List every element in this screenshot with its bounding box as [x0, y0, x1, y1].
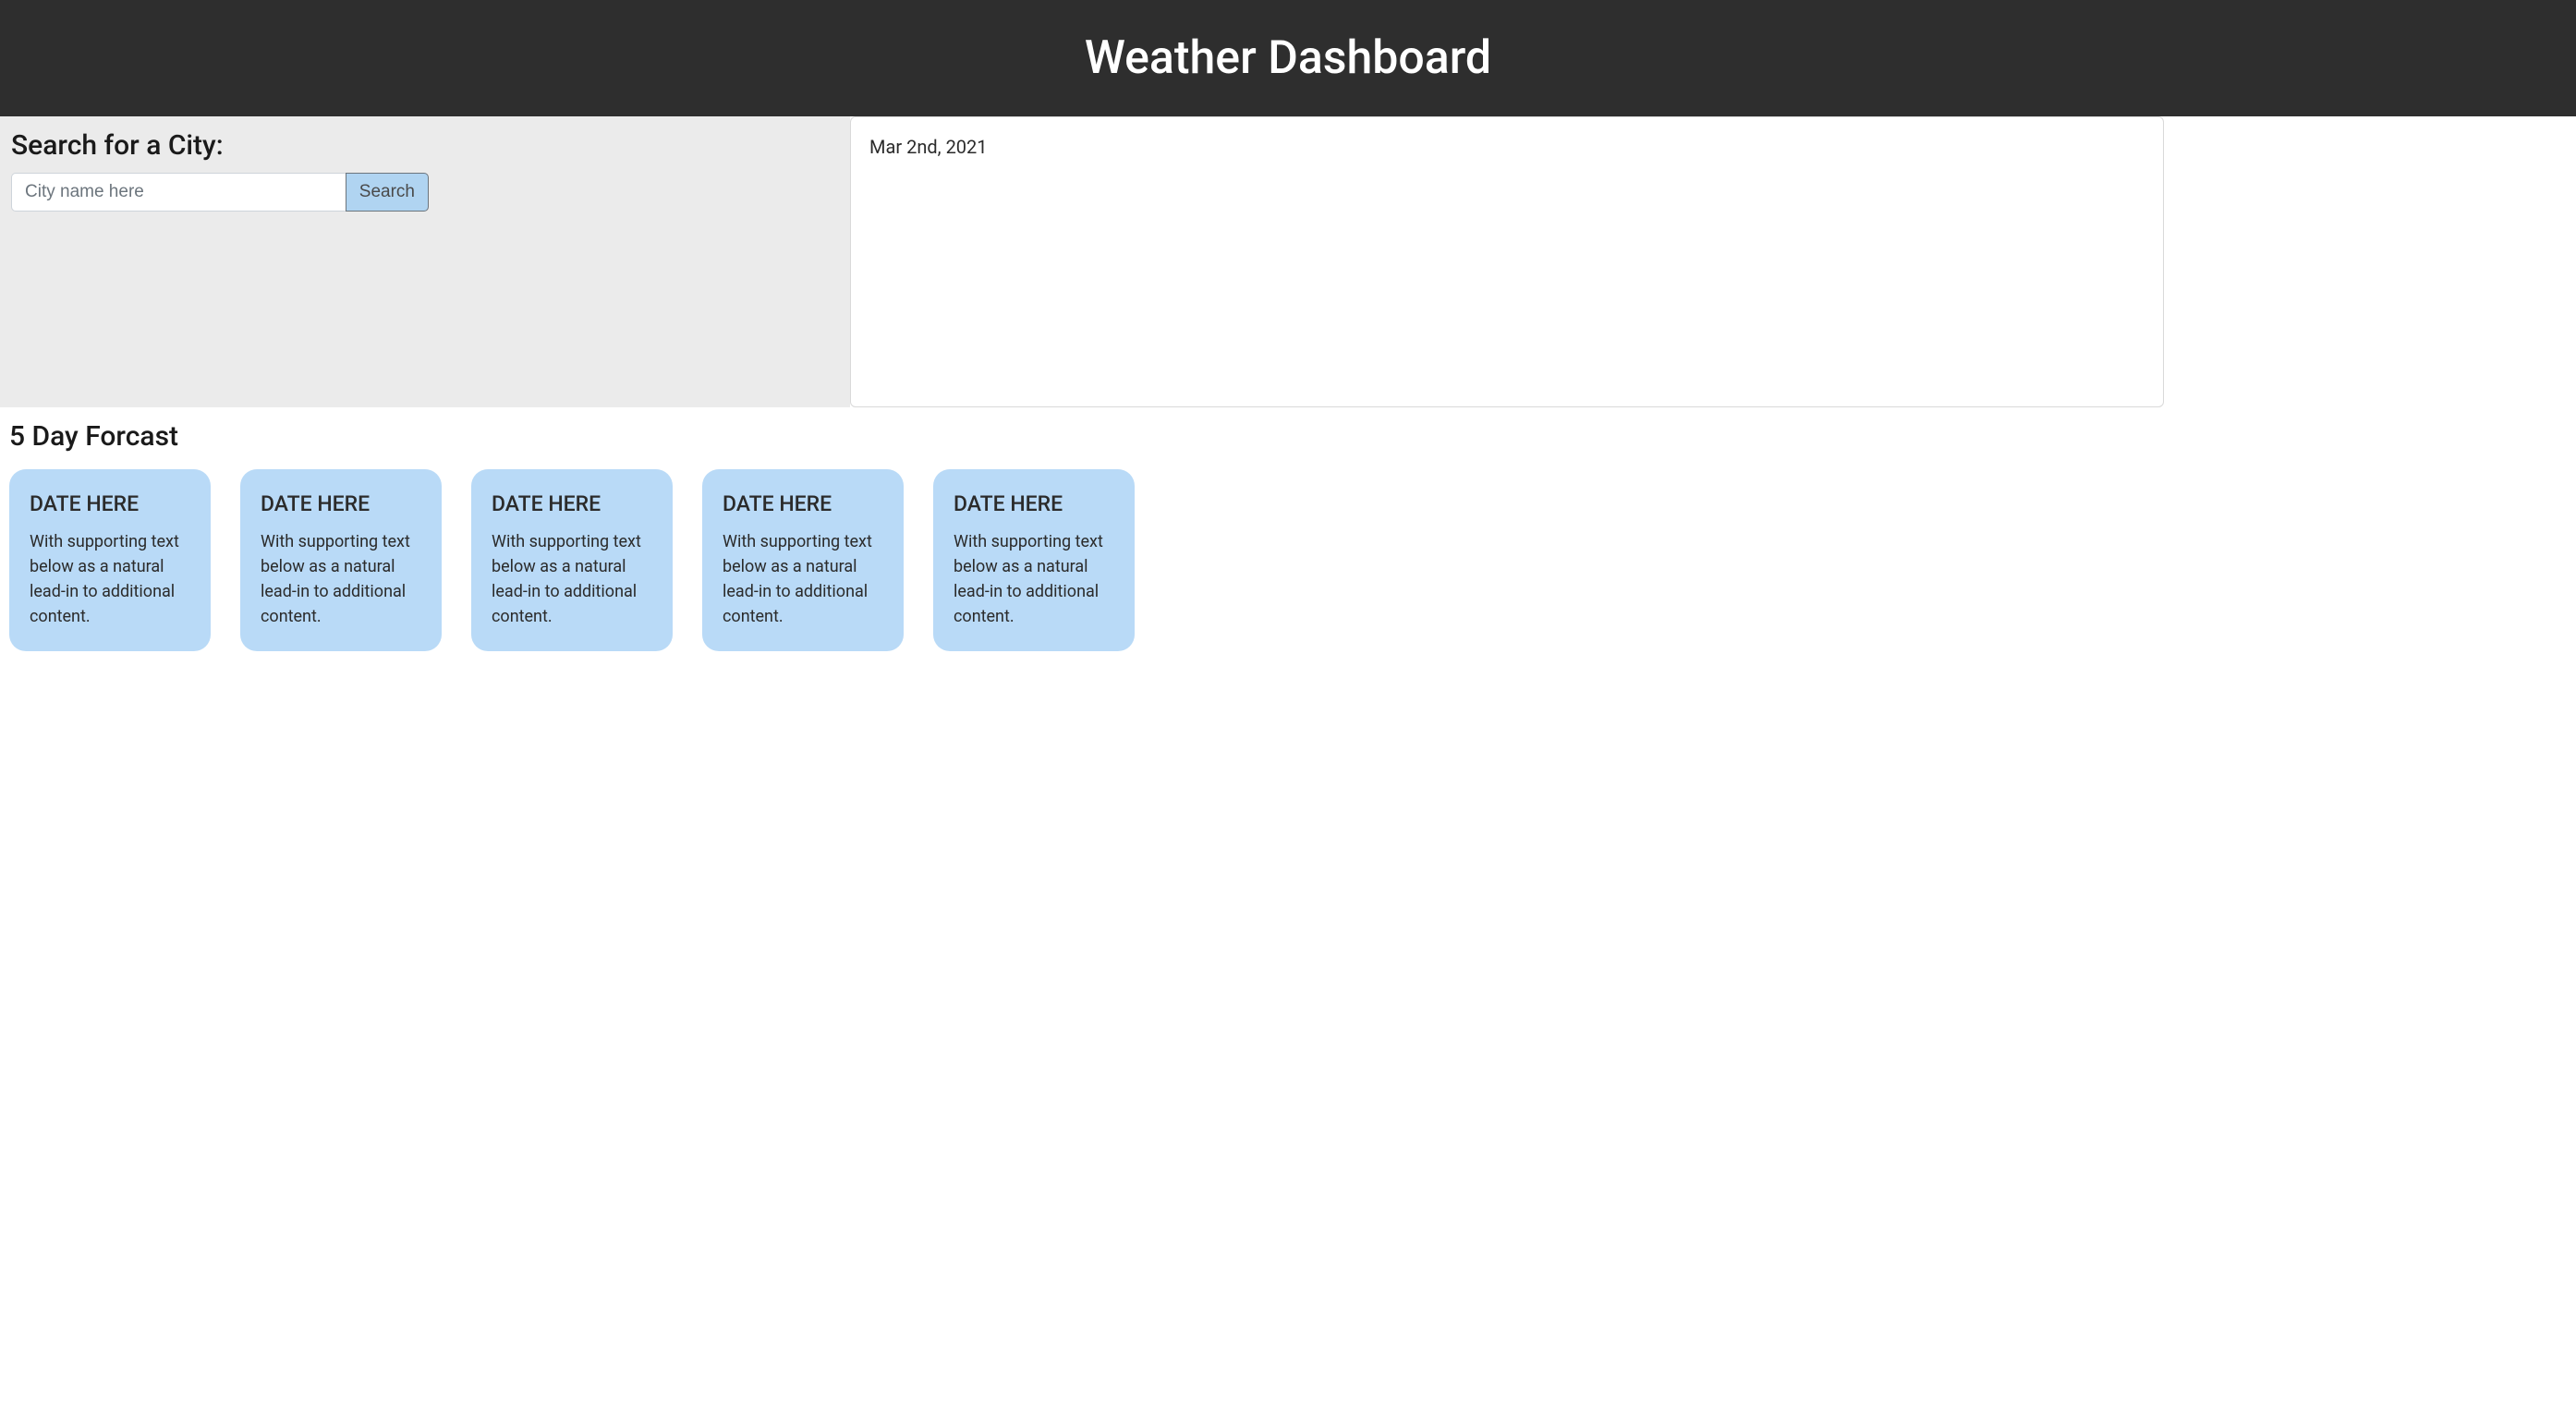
page-header: Weather Dashboard — [0, 0, 2576, 116]
main-row: Search for a City: Search Mar 2nd, 2021 — [0, 116, 2576, 407]
city-search-input[interactable] — [11, 173, 346, 212]
forecast-card-body: With supporting text below as a natural … — [954, 529, 1114, 629]
forecast-heading: 5 Day Forcast — [9, 420, 2567, 453]
forecast-section: 5 Day Forcast DATE HERE With supporting … — [0, 407, 2576, 664]
forecast-card-title: DATE HERE — [954, 491, 1114, 516]
forecast-card: DATE HERE With supporting text below as … — [933, 469, 1135, 651]
forecast-card-title: DATE HERE — [723, 491, 883, 516]
forecast-row: DATE HERE With supporting text below as … — [9, 469, 2567, 651]
page-title: Weather Dashboard — [0, 31, 2576, 85]
forecast-card-body: With supporting text below as a natural … — [492, 529, 652, 629]
forecast-card: DATE HERE With supporting text below as … — [9, 469, 211, 651]
forecast-card-title: DATE HERE — [492, 491, 652, 516]
current-date-text: Mar 2nd, 2021 — [869, 136, 2145, 158]
forecast-card: DATE HERE With supporting text below as … — [240, 469, 442, 651]
forecast-card-title: DATE HERE — [261, 491, 421, 516]
search-input-group: Search — [11, 173, 429, 212]
search-heading: Search for a City: — [11, 129, 841, 162]
search-panel: Search for a City: Search — [0, 116, 850, 407]
forecast-card: DATE HERE With supporting text below as … — [702, 469, 904, 651]
forecast-card-body: With supporting text below as a natural … — [723, 529, 883, 629]
forecast-card-title: DATE HERE — [30, 491, 190, 516]
forecast-card-body: With supporting text below as a natural … — [261, 529, 421, 629]
forecast-card: DATE HERE With supporting text below as … — [471, 469, 673, 651]
forecast-card-body: With supporting text below as a natural … — [30, 529, 190, 629]
search-button[interactable]: Search — [346, 173, 429, 212]
current-weather-panel: Mar 2nd, 2021 — [850, 116, 2164, 407]
